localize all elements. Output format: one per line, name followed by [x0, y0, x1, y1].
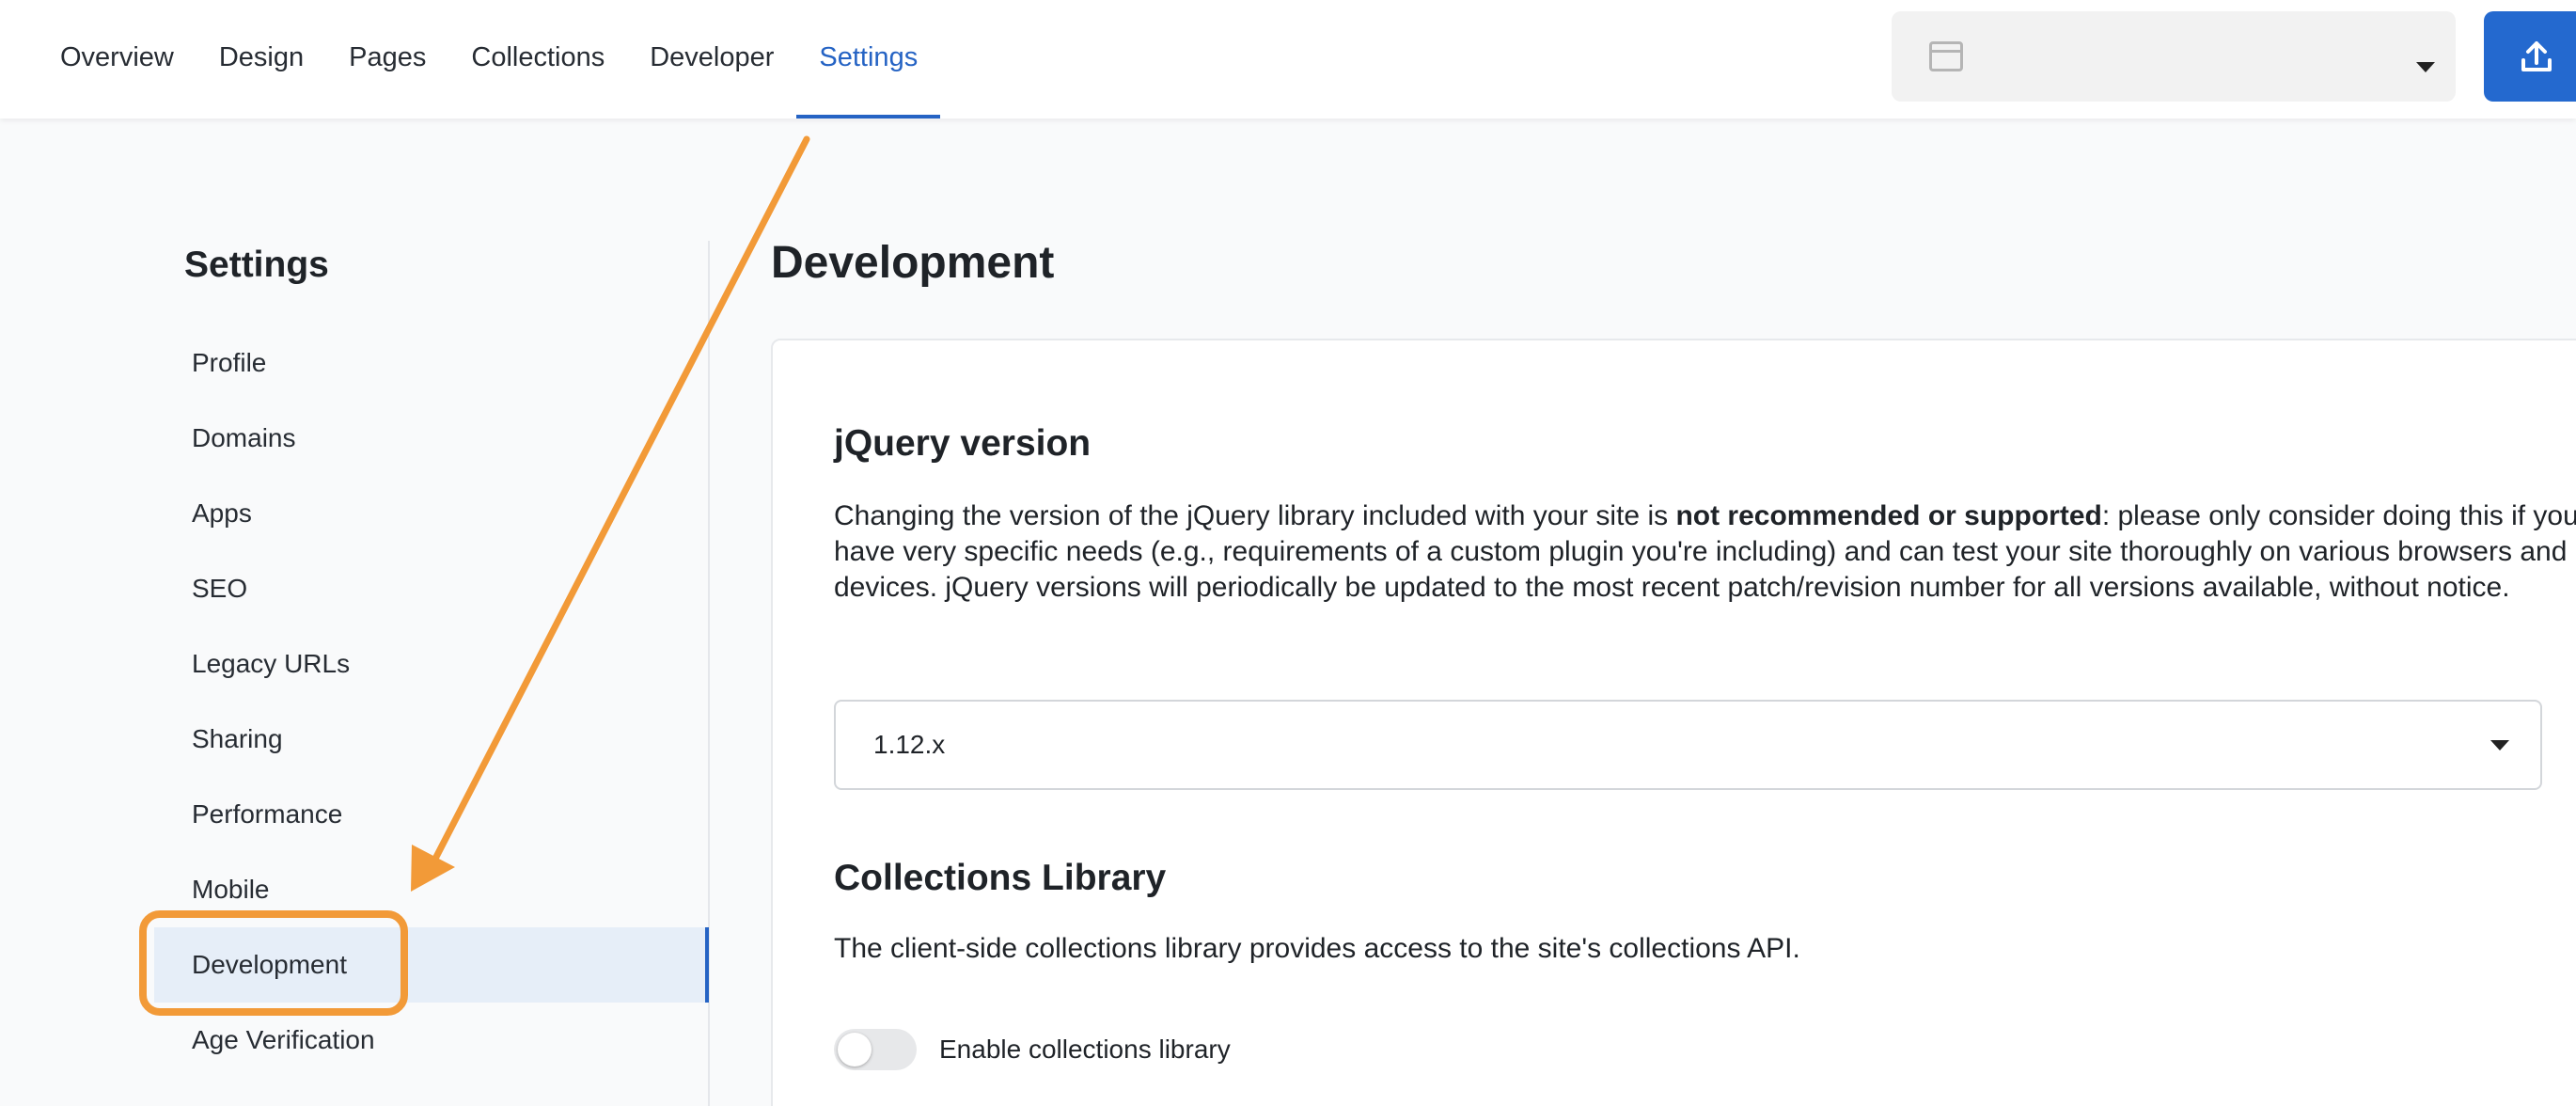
tab-design[interactable]: Design — [196, 0, 326, 118]
sidebar-item-age-verification[interactable]: Age Verification — [154, 1003, 709, 1078]
site-selector-dropdown[interactable] — [1892, 11, 2456, 102]
page-title: Development — [771, 238, 1055, 288]
sidebar-item-performance[interactable]: Performance — [154, 777, 709, 852]
upload-icon — [2521, 41, 2552, 71]
tab-overview[interactable]: Overview — [38, 0, 196, 118]
jquery-version-value: 1.12.x — [873, 730, 946, 759]
enable-collections-toggle[interactable] — [834, 1029, 917, 1070]
sidebar-item-profile[interactable]: Profile — [154, 325, 709, 401]
chevron-down-icon — [2490, 740, 2509, 750]
enable-collections-label: Enable collections library — [939, 1035, 1231, 1064]
warning-text: not recommended or supported — [1675, 500, 2102, 531]
development-settings-card: jQuery version Changing the version of t… — [771, 339, 2576, 1106]
jquery-version-select[interactable]: 1.12.x — [834, 700, 2542, 790]
jquery-version-description: Changing the version of the jQuery libra… — [834, 500, 2576, 603]
sidebar-title: Settings — [184, 245, 329, 285]
top-navigation-bar: Overview Design Pages Collections Develo… — [0, 0, 2576, 118]
jquery-version-heading: jQuery version — [834, 423, 1092, 464]
tab-pages[interactable]: Pages — [326, 0, 448, 118]
collections-library-heading: Collections Library — [834, 858, 1167, 898]
sidebar-item-sharing[interactable]: Sharing — [154, 702, 709, 777]
tab-collections[interactable]: Collections — [448, 0, 627, 118]
publish-button[interactable] — [2484, 11, 2576, 102]
sidebar-item-development[interactable]: Development — [154, 927, 709, 1003]
browser-window-icon — [1929, 41, 1963, 71]
tab-settings[interactable]: Settings — [796, 0, 941, 118]
sidebar-item-mobile[interactable]: Mobile — [154, 852, 709, 927]
sidebar-item-domains[interactable]: Domains — [154, 401, 709, 476]
tab-developer[interactable]: Developer — [627, 0, 796, 118]
toggle-knob — [838, 1033, 872, 1066]
sidebar-item-apps[interactable]: Apps — [154, 476, 709, 551]
chevron-down-icon — [2416, 62, 2435, 72]
sidebar-item-seo[interactable]: SEO — [154, 551, 709, 626]
main-nav: Overview Design Pages Collections Develo… — [38, 0, 941, 118]
sidebar-item-legacy-urls[interactable]: Legacy URLs — [154, 626, 709, 702]
settings-sidebar: Profile Domains Apps SEO Legacy URLs Sha… — [154, 325, 709, 1078]
collections-library-description: The client-side collections library prov… — [834, 933, 1800, 964]
